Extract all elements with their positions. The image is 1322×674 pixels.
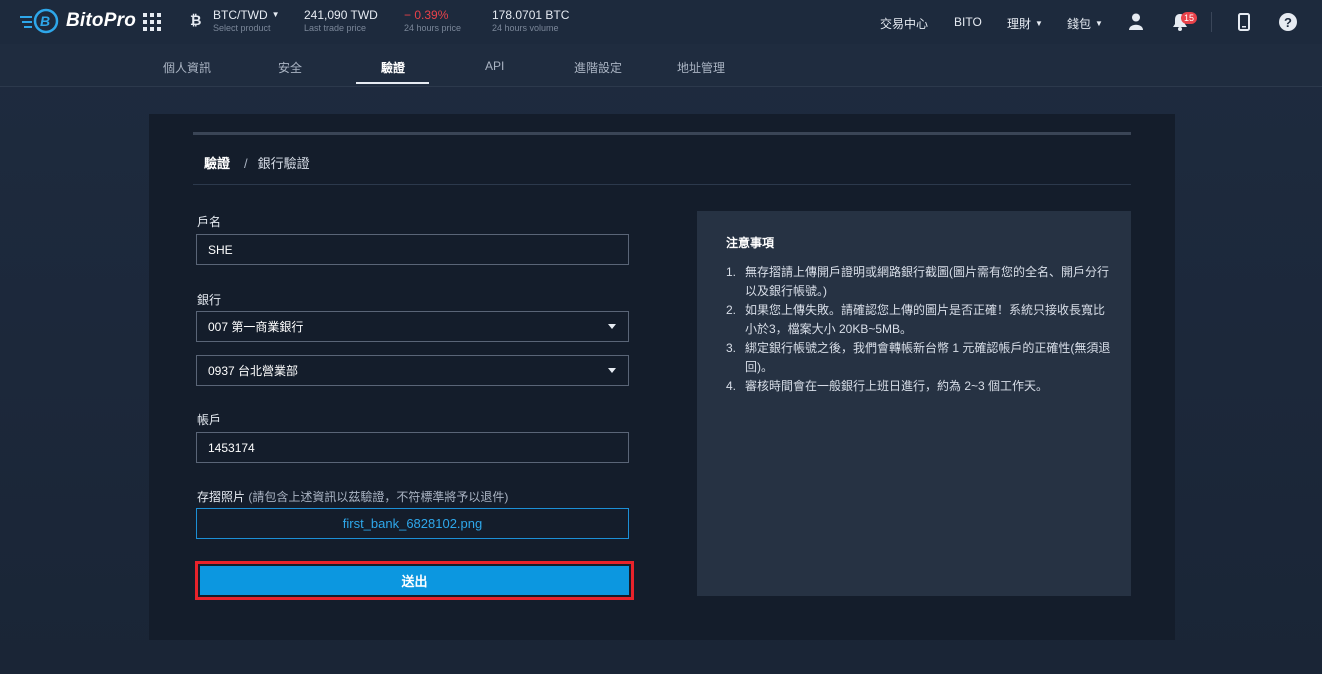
bitopro-logo-icon: B — [20, 8, 62, 34]
tab-security[interactable]: 安全 — [278, 59, 302, 76]
dropdown-caret-icon — [608, 324, 616, 329]
submit-button[interactable]: 送出 — [200, 566, 629, 595]
price-change-sublabel: 24 hours price — [404, 23, 462, 33]
dropdown-caret-icon: ▼ — [271, 10, 280, 19]
last-price: 241,090 TWD Last trade price — [304, 9, 378, 33]
tab-advanced-settings[interactable]: 進階設定 — [574, 59, 622, 76]
account-name-value: SHE — [208, 242, 233, 257]
notification-badge: 15 — [1181, 12, 1198, 24]
product-selector[interactable]: BTC/TWD ▼ Select product — [213, 9, 280, 33]
dropdown-caret-icon: ▼ — [1095, 19, 1103, 28]
nav-wallet-label: 錢包 — [1067, 17, 1092, 31]
notice-text: 如果您上傳失敗。請確認您上傳的圖片是否正確！系統只接收長寬比小於3，檔案大小 2… — [745, 303, 1106, 336]
notice-number: 2. — [726, 303, 737, 317]
bitcoin-icon: ₿ — [190, 12, 202, 28]
file-upload-field[interactable]: first_bank_6828102.png — [196, 508, 629, 539]
notice-text: 無存摺請上傳開戶證明或網路銀行截圖(圖片需有您的全名、開戶分行以及銀行帳號。) — [745, 265, 1109, 298]
notice-number: 1. — [726, 265, 737, 279]
nav-finance[interactable]: 理財 ▼ — [1007, 15, 1043, 32]
account-subnav: 個人資訊 安全 驗證 API 進階設定 地址管理 — [0, 44, 1322, 87]
list-item: 2. 如果您上傳失敗。請確認您上傳的圖片是否正確！系統只接收長寬比小於3，檔案大… — [726, 301, 1116, 339]
brand-name: BitoPro — [66, 10, 137, 31]
notice-text: 綁定銀行帳號之後，我們會轉帳新台幣 1 元確認帳戶的正確性(無須退回)。 — [745, 341, 1111, 374]
notice-text: 審核時間會在一般銀行上班日進行，約為 2~3 個工作天。 — [745, 379, 1049, 393]
top-bar: B BitoPro ₿ BTC/TWD ▼ Select product 241,… — [0, 0, 1322, 44]
bank-select-value: 007 第一商業銀行 — [208, 320, 304, 334]
breadcrumb-current: 銀行驗證 — [257, 156, 310, 171]
breadcrumb: 驗證 / 銀行驗證 — [204, 153, 310, 172]
product-pair: BTC/TWD — [213, 8, 268, 22]
dropdown-caret-icon — [608, 368, 616, 373]
breadcrumb-root[interactable]: 驗證 — [204, 156, 230, 171]
svg-text:B: B — [40, 13, 50, 29]
volume-sublabel: 24 hours volume — [492, 23, 559, 33]
user-icon[interactable] — [1129, 13, 1143, 35]
passbook-photo-label: 存摺照片 (請包含上述資訊以茲驗證，不符標準將予以退件) — [197, 488, 508, 505]
passbook-photo-title: 存摺照片 — [197, 490, 246, 504]
tab-address-management[interactable]: 地址管理 — [677, 59, 725, 76]
list-item: 1. 無存摺請上傳開戶證明或網路銀行截圖(圖片需有您的全名、開戶分行以及銀行帳號… — [726, 263, 1116, 301]
breadcrumb-separator: / — [244, 156, 248, 171]
notice-title: 注意事項 — [726, 236, 775, 250]
notice-number: 3. — [726, 341, 737, 355]
branch-select-value: 0937 台北營業部 — [208, 364, 299, 378]
nav-finance-label: 理財 — [1007, 17, 1032, 31]
tab-verification[interactable]: 驗證 — [381, 59, 405, 76]
dropdown-caret-icon: ▼ — [1035, 19, 1043, 28]
nav-bito[interactable]: BITO — [954, 15, 982, 29]
tab-api[interactable]: API — [485, 59, 504, 73]
apps-grid-icon[interactable] — [143, 13, 161, 31]
help-icon[interactable]: ? — [1279, 13, 1297, 36]
panel-divider — [193, 132, 1131, 135]
product-sublabel: Select product — [213, 23, 271, 33]
account-number-value: 1453174 — [208, 440, 255, 455]
nav-wallet[interactable]: 錢包 ▼ — [1067, 15, 1103, 32]
brand-logo[interactable]: B BitoPro — [20, 8, 136, 34]
passbook-photo-hint: (請包含上述資訊以茲驗證，不符標準將予以退件) — [248, 490, 509, 504]
volume-value: 178.0701 BTC — [492, 8, 570, 22]
mobile-icon[interactable] — [1238, 13, 1250, 36]
list-item: 4. 審核時間會在一般銀行上班日進行，約為 2~3 個工作天。 — [726, 377, 1116, 396]
list-item: 3. 綁定銀行帳號之後，我們會轉帳新台幣 1 元確認帳戶的正確性(無須退回)。 — [726, 339, 1116, 377]
account-number-field[interactable]: 1453174 — [196, 432, 629, 463]
header-divider — [1211, 12, 1212, 32]
breadcrumb-divider — [193, 184, 1131, 185]
account-label: 帳戶 — [197, 413, 222, 427]
svg-text:?: ? — [1284, 15, 1292, 30]
account-name-label: 戶名 — [197, 215, 222, 229]
notice-box: 注意事項 1. 無存摺請上傳開戶證明或網路銀行截圖(圖片需有您的全名、開戶分行以… — [697, 211, 1131, 596]
notice-list: 1. 無存摺請上傳開戶證明或網路銀行截圖(圖片需有您的全名、開戶分行以及銀行帳號… — [726, 263, 1116, 396]
nav-trading-center[interactable]: 交易中心 — [880, 15, 928, 32]
last-price-value: 241,090 TWD — [304, 8, 378, 22]
price-change: − 0.39% 24 hours price — [404, 9, 461, 33]
uploaded-file-name: first_bank_6828102.png — [342, 516, 483, 531]
branch-select[interactable]: 0937 台北營業部 — [196, 355, 629, 386]
volume: 178.0701 BTC 24 hours volume — [492, 9, 569, 33]
active-tab-indicator — [356, 82, 429, 84]
price-change-value: − 0.39% — [404, 8, 449, 22]
tab-personal-info[interactable]: 個人資訊 — [163, 59, 211, 76]
bank-select[interactable]: 007 第一商業銀行 — [196, 311, 629, 342]
bank-label: 銀行 — [197, 293, 222, 307]
last-price-sublabel: Last trade price — [304, 23, 367, 33]
account-name-field[interactable]: SHE — [196, 234, 629, 265]
notice-number: 4. — [726, 379, 737, 393]
